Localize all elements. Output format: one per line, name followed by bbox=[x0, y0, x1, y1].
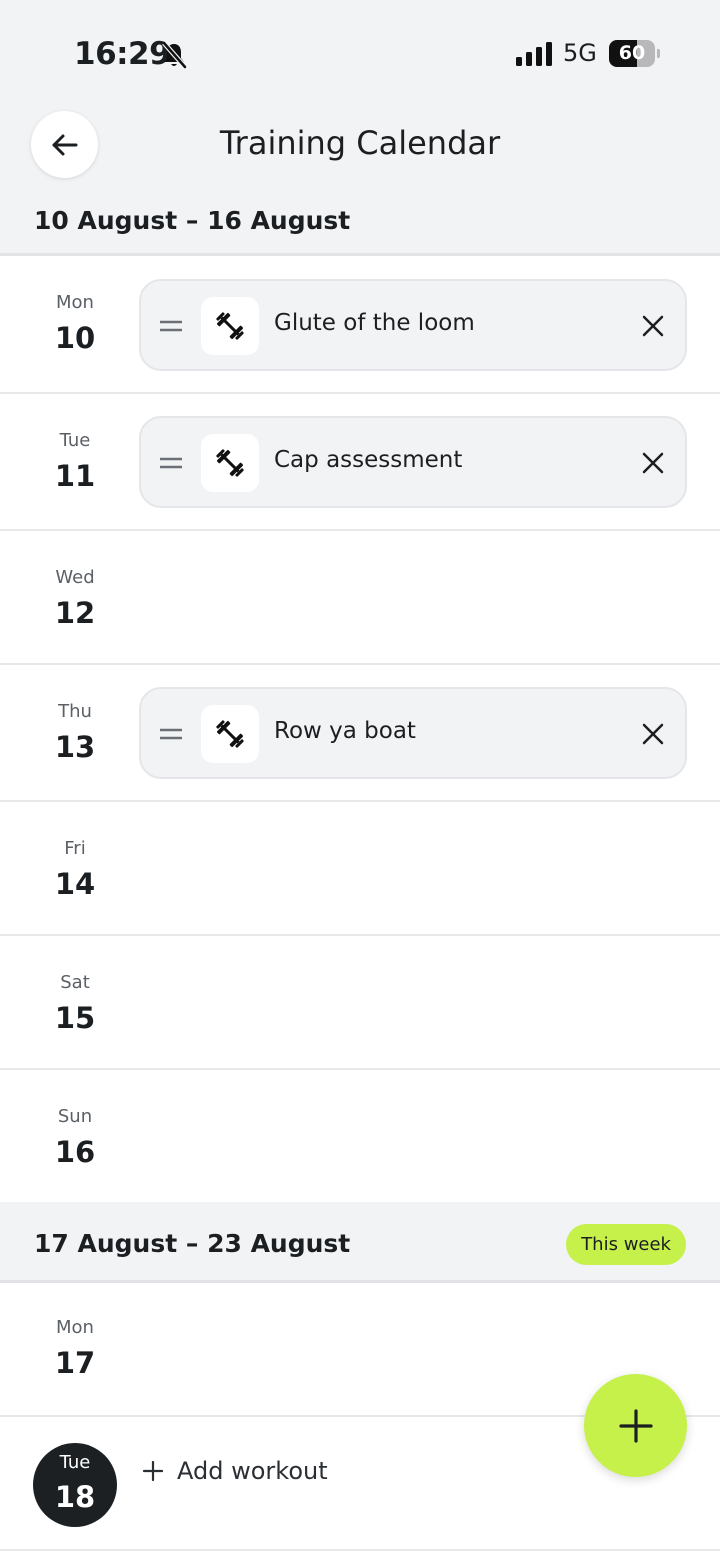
drag-handle-icon[interactable] bbox=[159, 727, 183, 741]
week-header: 17 August – 23 August This week bbox=[0, 1202, 720, 1283]
day-name: Sat bbox=[60, 972, 90, 993]
day-row[interactable]: Mon 10 Glute of the loom bbox=[0, 256, 720, 394]
plus-icon bbox=[143, 1461, 163, 1481]
status-time: 16:29 bbox=[74, 36, 171, 72]
day-number: 15 bbox=[54, 1001, 96, 1035]
day-label: Mon 17 bbox=[20, 1317, 130, 1380]
dumbbell-icon bbox=[201, 705, 259, 763]
drag-handle-icon[interactable] bbox=[159, 319, 183, 333]
day-row[interactable]: Sat 15 bbox=[0, 936, 720, 1070]
day-number: 16 bbox=[54, 1135, 96, 1169]
this-week-badge: This week bbox=[566, 1224, 686, 1265]
day-name: Wed bbox=[55, 567, 95, 588]
day-number: 12 bbox=[54, 596, 96, 630]
workout-card[interactable]: Glute of the loom bbox=[139, 279, 687, 371]
workout-card[interactable]: Row ya boat bbox=[139, 687, 687, 779]
day-row[interactable]: Fri 14 bbox=[0, 802, 720, 936]
day-name: Tue bbox=[59, 1452, 91, 1473]
week-header: 10 August – 16 August bbox=[0, 190, 720, 256]
week-range: 10 August – 16 August bbox=[34, 206, 351, 235]
close-icon[interactable] bbox=[641, 722, 665, 746]
day-name: Thu bbox=[58, 701, 92, 722]
page-title: Training Calendar bbox=[219, 124, 501, 162]
day-name: Mon bbox=[56, 1317, 94, 1338]
status-bar: 16:29 5G 60 bbox=[0, 0, 720, 100]
workout-name: Glute of the loom bbox=[274, 310, 475, 336]
day-number: 11 bbox=[54, 459, 96, 493]
today-badge: Tue 18 bbox=[33, 1443, 117, 1527]
day-name: Fri bbox=[64, 838, 86, 859]
day-label: Sat 15 bbox=[20, 972, 130, 1035]
day-label: Mon 10 bbox=[20, 292, 130, 355]
day-number: 10 bbox=[54, 321, 96, 355]
day-label: Fri 14 bbox=[20, 838, 130, 901]
day-number: 13 bbox=[54, 730, 96, 764]
day-number: 14 bbox=[54, 867, 96, 901]
bell-off-icon bbox=[162, 41, 187, 69]
signal-icon bbox=[516, 42, 552, 66]
day-name: Mon bbox=[56, 292, 94, 313]
add-fab-button[interactable] bbox=[584, 1374, 687, 1477]
workout-name: Cap assessment bbox=[274, 447, 463, 473]
day-row[interactable]: Wed 12 bbox=[0, 531, 720, 665]
day-name: Tue bbox=[59, 430, 91, 451]
week-range: 17 August – 23 August bbox=[34, 1229, 351, 1258]
day-row[interactable]: Sun 16 bbox=[0, 1070, 720, 1202]
battery-level: 60 bbox=[618, 42, 646, 64]
network-type: 5G bbox=[563, 39, 597, 67]
day-label: Tue 11 bbox=[20, 430, 130, 493]
day-label: Sun 16 bbox=[20, 1106, 130, 1169]
day-number: 18 bbox=[54, 1480, 96, 1514]
day-label: Thu 13 bbox=[20, 701, 130, 764]
plus-icon bbox=[618, 1408, 653, 1443]
add-workout-label: Add workout bbox=[177, 1457, 328, 1485]
close-icon[interactable] bbox=[641, 451, 665, 475]
day-label: Wed 12 bbox=[20, 567, 130, 630]
battery-icon: 60 bbox=[609, 40, 661, 67]
dumbbell-icon bbox=[201, 434, 259, 492]
day-name: Sun bbox=[57, 1106, 93, 1127]
close-icon[interactable] bbox=[641, 314, 665, 338]
dumbbell-icon bbox=[201, 297, 259, 355]
add-workout-button[interactable]: Add workout bbox=[143, 1455, 328, 1487]
workout-card[interactable]: Cap assessment bbox=[139, 416, 687, 508]
day-number: 17 bbox=[54, 1346, 96, 1380]
day-row[interactable]: Tue 11 Cap assessment bbox=[0, 394, 720, 531]
workout-name: Row ya boat bbox=[274, 718, 416, 744]
day-row[interactable]: Thu 13 Row ya boat bbox=[0, 665, 720, 802]
drag-handle-icon[interactable] bbox=[159, 456, 183, 470]
